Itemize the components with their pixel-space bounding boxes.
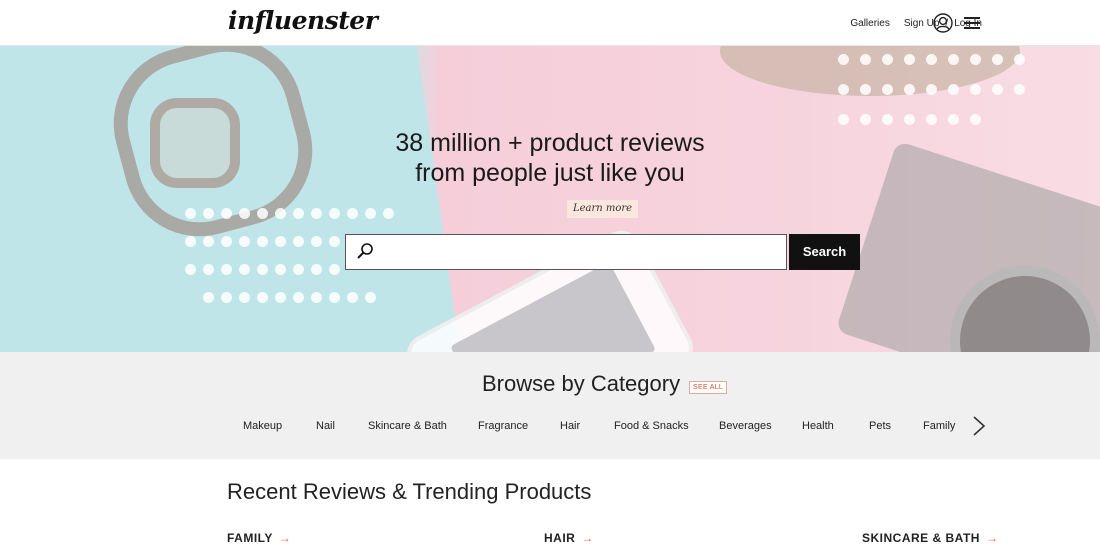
search-icon — [357, 243, 373, 259]
hero-banner: 38 million + product reviews from people… — [0, 46, 1100, 352]
browse-title: Browse by Category — [482, 371, 681, 396]
arrow-right-icon: → — [278, 531, 292, 545]
category-family[interactable]: Family — [923, 420, 955, 432]
top-header: influenster Galleries Sign Up / Log In — [0, 0, 1100, 46]
search-bar[interactable] — [345, 234, 787, 270]
user-icon[interactable] — [933, 13, 953, 33]
see-all-link[interactable]: SEE ALL — [689, 381, 728, 394]
arrow-right-icon: → — [581, 531, 594, 545]
category-food-snacks[interactable]: Food & Snacks — [614, 420, 689, 432]
column-hair[interactable]: HAIR → — [544, 531, 594, 545]
category-health[interactable]: Health — [802, 420, 834, 432]
column-family-label: FAMILY — [227, 531, 273, 545]
galleries-link[interactable]: Galleries — [850, 18, 889, 29]
search-input[interactable] — [386, 241, 776, 265]
category-fragrance[interactable]: Fragrance — [478, 420, 528, 432]
category-makeup[interactable]: Makeup — [243, 420, 282, 432]
hamburger-menu-icon[interactable] — [964, 17, 980, 30]
hero-headline-line1: 38 million + product reviews — [395, 129, 705, 157]
category-beverages[interactable]: Beverages — [719, 420, 772, 432]
column-hair-label: HAIR — [544, 531, 576, 545]
column-skincare-bath-label: SKINCARE & BATH — [862, 531, 980, 545]
chevron-right-icon[interactable] — [970, 415, 988, 437]
category-pets[interactable]: Pets — [869, 420, 891, 432]
hero-headline-line2: from people just like you — [415, 159, 685, 187]
column-skincare-bath[interactable]: SKINCARE & BATH → — [862, 531, 998, 545]
category-nail[interactable]: Nail — [316, 420, 335, 432]
header-nav: Galleries Sign Up / Log In — [850, 18, 982, 29]
arrow-right-icon: → — [985, 531, 999, 545]
browse-by-category: Browse by Category SEE ALL Makeup Nail S… — [0, 352, 1100, 459]
recent-reviews-title: Recent Reviews & Trending Products — [227, 479, 592, 504]
column-family[interactable]: FAMILY → — [227, 531, 291, 545]
influenster-logo[interactable]: influenster — [228, 6, 378, 35]
category-hair[interactable]: Hair — [560, 420, 580, 432]
search-button[interactable]: Search — [789, 234, 860, 270]
learn-more-link[interactable]: Learn more — [567, 200, 638, 218]
category-skincare-bath[interactable]: Skincare & Bath — [368, 420, 447, 432]
